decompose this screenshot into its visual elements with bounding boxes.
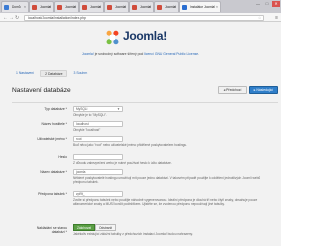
next-button[interactable]: ▸ Následující (249, 86, 278, 94)
host-help: Obvykle "localhost" (73, 127, 101, 132)
db-name-help: Některé poskytovatelé hostingu umožňují … (73, 175, 261, 184)
step-label: Nastavení (18, 71, 35, 75)
address-bar[interactable]: localhost/Joomla/installation/index.php … (24, 14, 264, 21)
username-help: Buď něco jako "root" nebo uživatelské jm… (73, 142, 188, 147)
db-type-help: Obvykle je to "MySQLi". (73, 112, 107, 117)
tab-favicon-icon (32, 5, 37, 10)
bookmark-star-icon[interactable]: ☆ (258, 16, 261, 21)
browser-tab-strip: Domů × Joomla! × Joomla! × Joomla! × Joomla!… (0, 0, 281, 13)
menu-icon[interactable]: ≡ (275, 15, 278, 21)
password-input[interactable] (73, 153, 123, 160)
license-link[interactable]: licencí GNU General Public License (144, 52, 198, 56)
back-arrow-icon[interactable]: ← (3, 15, 8, 21)
close-icon[interactable]: × (174, 5, 176, 9)
browser-tab[interactable]: Joomla! × (104, 1, 129, 12)
window-controls: — □ ✕ (254, 1, 280, 7)
username-label: Uživatelské jméno * (37, 137, 67, 141)
page-title: Nastavení databáze (12, 87, 71, 94)
forward-arrow-icon[interactable]: → (9, 15, 14, 21)
prefix-input[interactable]: zpi9t_ (73, 190, 123, 197)
logo-text: Joomla! (123, 29, 167, 43)
step-label: Databáze (47, 72, 63, 76)
joomla-link[interactable]: Joomla! (82, 52, 94, 56)
host-input[interactable]: localhost (73, 120, 123, 127)
backup-button[interactable]: Zálohovat (73, 224, 95, 231)
host-label: Název hostitele * (41, 122, 67, 126)
tab-favicon-icon (107, 5, 112, 10)
db-type-label: Typ databáze * (44, 107, 67, 111)
tab-favicon-icon (4, 5, 9, 10)
close-icon[interactable]: × (124, 5, 126, 9)
tab-favicon-icon (157, 5, 162, 10)
tab-label: Instalátor Joomla! (190, 5, 216, 9)
close-icon[interactable]: × (149, 5, 151, 9)
browser-tab[interactable]: Joomla! × (154, 1, 179, 12)
db-name-input[interactable]: joomla (73, 168, 123, 175)
tab-favicon-icon (82, 5, 87, 10)
joomla-logo-icon (106, 30, 119, 45)
prefix-help: Zvolte si předponu tabulek nebo použijte… (73, 197, 258, 206)
db-name-label: Název databáze * (40, 170, 67, 174)
browser-tab[interactable]: Joomla! × (54, 1, 79, 12)
tab-database[interactable]: 2 Databáze (40, 70, 68, 77)
browser-tab[interactable]: Domů × (1, 1, 29, 12)
close-icon[interactable]: × (99, 5, 101, 9)
close-icon[interactable]: × (24, 5, 26, 9)
tab-favicon-icon (182, 5, 187, 10)
close-window-button[interactable]: ✕ (272, 1, 280, 7)
prefix-label: Předpona tabulek * (38, 192, 67, 196)
minimize-button[interactable]: — (254, 1, 262, 7)
chevron-down-icon: ▼ (117, 106, 120, 111)
tab-favicon-icon (132, 5, 137, 10)
browser-tab-active[interactable]: Instalátor Joomla! × (179, 1, 221, 12)
tab-summary[interactable]: 3 Souhrn (69, 70, 91, 77)
close-icon[interactable]: × (74, 5, 76, 9)
browser-tab[interactable]: Joomla! × (129, 1, 154, 12)
tab-label: Domů (12, 5, 21, 9)
previous-button[interactable]: ◂ Předchozí (218, 86, 247, 94)
maximize-button[interactable]: □ (263, 1, 271, 7)
divider (12, 102, 278, 103)
db-type-select[interactable]: MySQLi ▼ (73, 105, 123, 112)
step-number: 1 (16, 71, 18, 75)
tab-favicon-icon (57, 5, 62, 10)
close-icon[interactable]: × (49, 5, 51, 9)
password-label: Heslo (58, 155, 67, 159)
address-toolbar: ← → ↻ localhost/Joomla/installation/inde… (0, 13, 281, 22)
tagline-text: je svobodný software šířený pod (93, 52, 145, 56)
browser-tab[interactable]: Joomla! × (79, 1, 104, 12)
joomla-logo: Joomla! (104, 29, 184, 46)
old-db-label: Nakládání se starou databází * (36, 226, 67, 235)
username-input[interactable]: root (73, 135, 123, 142)
db-type-value: MySQLi (76, 106, 88, 111)
old-db-help: Jakékoliv existující záložní tabulky z p… (73, 231, 193, 236)
installer-page: Joomla! Joomla! je svobodný software šíř… (0, 22, 281, 246)
password-help: Z důvodu zabezpečení webu je nutné použí… (73, 160, 172, 165)
step-label: Souhrn (76, 71, 88, 75)
old-db-toggle: Zálohovat Odstranit (73, 224, 116, 231)
installer-steps: 1 Nastavení 2 Databáze 3 Souhrn (12, 70, 91, 77)
browser-tab[interactable]: Joomla! × (29, 1, 54, 12)
step-number: 2 (45, 72, 48, 76)
reload-icon[interactable]: ↻ (15, 15, 19, 21)
tagline-suffix: . (198, 52, 200, 56)
license-tagline: Joomla! je svobodný software šířený pod … (0, 52, 281, 56)
url-text: localhost/Joomla/installation/index.php (28, 15, 86, 20)
close-icon[interactable]: × (216, 5, 218, 9)
remove-button[interactable]: Odstranit (95, 224, 116, 231)
tab-settings[interactable]: 1 Nastavení (12, 70, 38, 77)
